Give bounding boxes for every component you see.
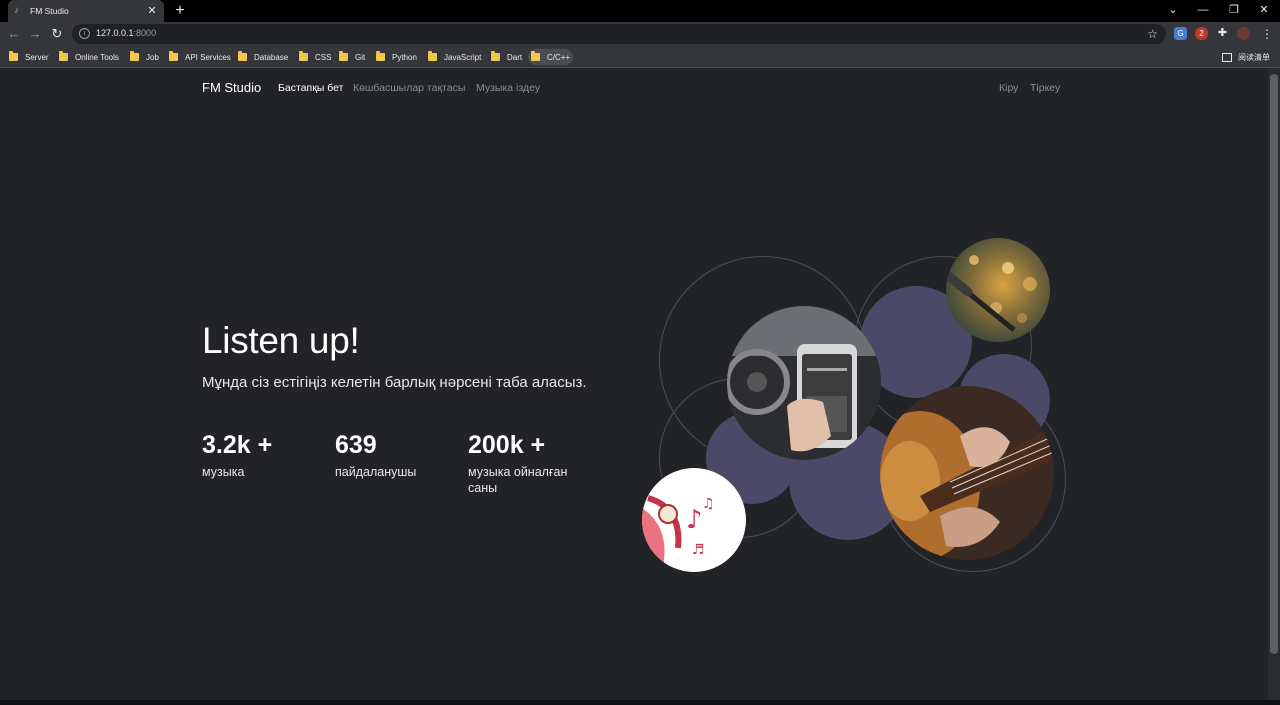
folder-icon — [169, 51, 178, 61]
svg-text:♪: ♪ — [686, 505, 703, 535]
tab-close-icon[interactable]: ✕ — [146, 5, 158, 17]
url-text[interactable]: 127.0.0.1:8000 — [96, 28, 156, 38]
stat-value: 3.2k + — [202, 431, 273, 459]
site-info-icon[interactable]: i — [79, 28, 90, 39]
bookmark-folder[interactable]: Server — [6, 49, 52, 65]
folder-icon — [59, 51, 68, 61]
scrollbar-thumb[interactable] — [1270, 74, 1278, 654]
stat-value: 639 — [335, 431, 377, 459]
stat-label: музыка ойналған саны — [468, 465, 568, 495]
bookmark-folder[interactable]: Python — [373, 49, 420, 65]
bookmark-folder[interactable]: Dart — [488, 49, 525, 65]
stat-value: 200k + — [468, 431, 546, 459]
minimize-button[interactable]: — — [1188, 0, 1218, 22]
music-note-favicon-icon: ♪ — [14, 5, 19, 16]
restore-button[interactable]: ❐ — [1219, 0, 1249, 22]
browser-tab-strip: ♪ FM Studio ✕ + ⌄ — ❐ ✕ — [0, 0, 1280, 22]
bookmark-folder[interactable]: CSS — [296, 49, 334, 65]
bookmarks-bar: Server Online Tools Job API Services Dat… — [0, 46, 1280, 68]
new-tab-button[interactable]: + — [172, 2, 188, 20]
site-brand[interactable]: FM Studio — [202, 80, 261, 96]
guitar-photo — [880, 386, 1054, 560]
nav-link-leaderboard[interactable]: Көшбасшылар тақтасы — [353, 82, 465, 95]
register-link[interactable]: Тіркеу — [1030, 82, 1060, 95]
nav-link-home[interactable]: Бастапқы бет — [278, 82, 343, 95]
svg-text:♬: ♬ — [692, 542, 705, 558]
svg-text:♫: ♫ — [702, 496, 715, 512]
bookmark-folder[interactable]: Online Tools — [56, 49, 122, 65]
hero-title: Listen up! — [202, 320, 360, 361]
profile-avatar[interactable] — [1237, 27, 1250, 40]
page-viewport: FM Studio Бастапқы бет Көшбасшылар тақта… — [0, 68, 1268, 700]
stat-play-count: 200k + музыка ойналған саны — [468, 430, 598, 496]
close-window-button[interactable]: ✕ — [1249, 0, 1279, 22]
nav-link-music-search[interactable]: Музыка іздеу — [476, 82, 540, 95]
hero-subtitle: Мұнда сіз естігіңіз келетін барлық нәрсе… — [202, 374, 587, 391]
microphone-photo — [946, 238, 1050, 342]
extensions-puzzle-icon[interactable]: ✚ — [1216, 27, 1229, 40]
folder-icon — [531, 51, 540, 61]
tab-title: FM Studio — [30, 6, 69, 16]
reading-list-button[interactable]: 阅读清单 — [1222, 49, 1270, 65]
bookmark-folder[interactable]: JavaScript — [425, 49, 484, 65]
stat-user-count: 639 пайдаланушы — [335, 430, 455, 480]
page-scrollbar[interactable] — [1268, 68, 1280, 700]
tab-search-icon[interactable]: ⌄ — [1158, 0, 1188, 22]
bookmark-star-icon[interactable]: ☆ — [1147, 26, 1158, 42]
folder-icon — [376, 51, 385, 61]
folder-icon — [130, 51, 139, 61]
bookmark-folder[interactable]: Database — [235, 49, 291, 65]
red-extension-icon[interactable]: 2 — [1195, 27, 1208, 40]
login-link[interactable]: Кіру — [999, 82, 1018, 95]
phone-in-car-photo — [727, 306, 881, 460]
address-bar[interactable]: i 127.0.0.1:8000 ☆ — [72, 24, 1166, 44]
bookmark-folder[interactable]: API Services — [166, 49, 234, 65]
sheet-music-photo: ♪ ♫ ♬ — [642, 468, 746, 572]
os-taskbar — [0, 700, 1280, 705]
folder-icon — [299, 51, 308, 61]
bookmark-folder[interactable]: Git — [336, 49, 368, 65]
folder-icon — [491, 51, 500, 61]
reading-list-icon — [1222, 52, 1232, 62]
browser-toolbar: ← → ↻ i 127.0.0.1:8000 ☆ G 2 ✚ — [0, 22, 1280, 46]
back-arrow-icon[interactable]: ← — [4, 24, 24, 44]
reload-icon[interactable]: ↻ — [47, 24, 67, 44]
translate-extension-icon[interactable]: G — [1174, 27, 1187, 40]
stat-music-count: 3.2k + музыка — [202, 430, 322, 480]
stat-label: музыка — [202, 465, 245, 479]
forward-arrow-icon[interactable]: → — [25, 24, 45, 44]
bookmark-folder[interactable]: C/C++ — [528, 49, 574, 65]
folder-icon — [238, 51, 247, 61]
folder-icon — [9, 51, 18, 61]
folder-icon — [428, 51, 437, 61]
folder-icon — [339, 51, 348, 61]
stat-label: пайдаланушы — [335, 465, 417, 479]
browser-tab[interactable]: ♪ FM Studio ✕ — [8, 0, 164, 22]
bookmark-folder[interactable]: Job — [127, 49, 162, 65]
hero-image-collage: ♪ ♫ ♬ — [636, 236, 1076, 576]
browser-menu-icon[interactable]: ⋮ — [1261, 24, 1273, 44]
